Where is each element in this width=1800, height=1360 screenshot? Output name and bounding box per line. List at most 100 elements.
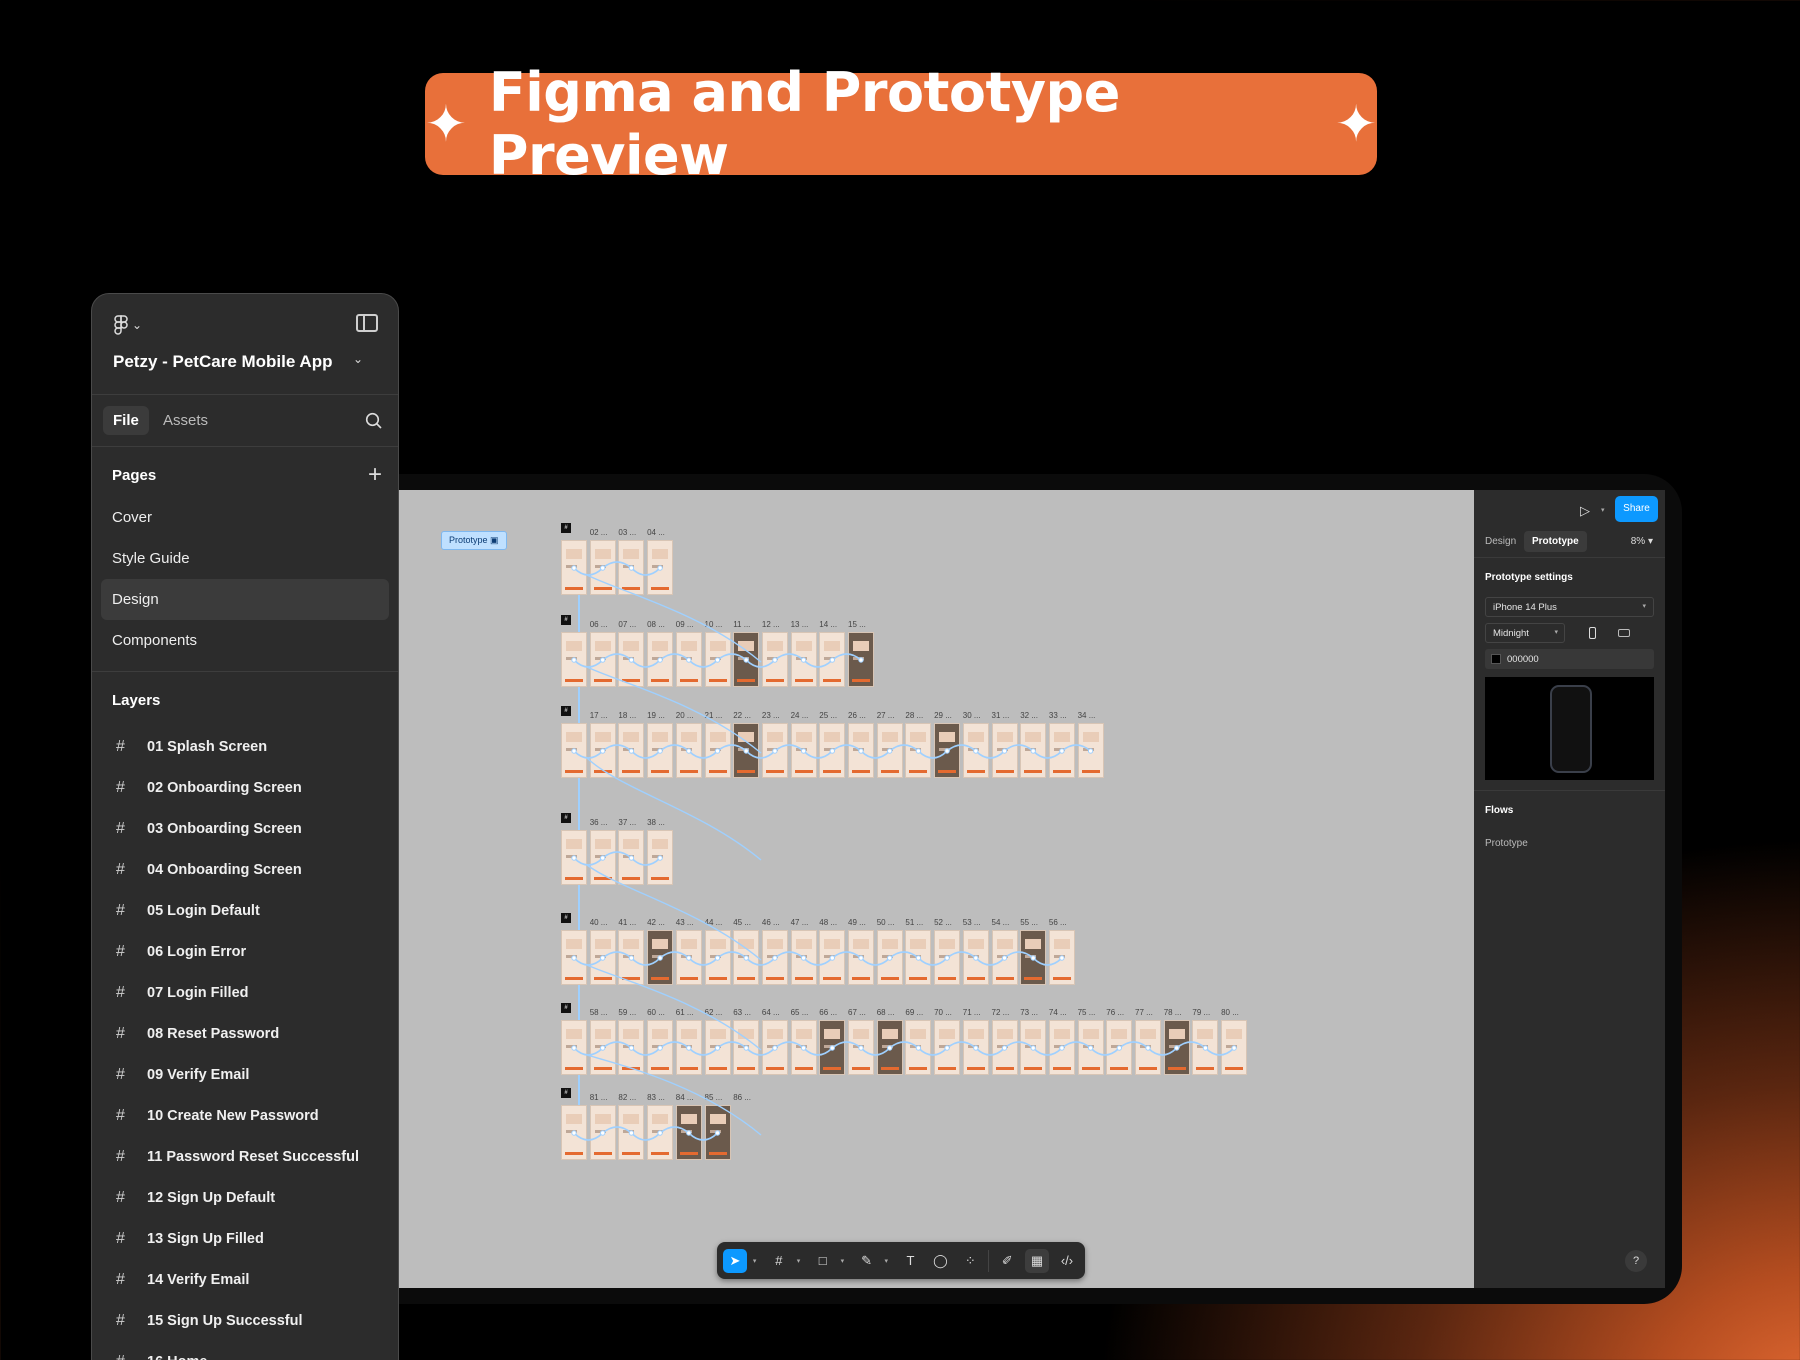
tab-assets[interactable]: Assets xyxy=(163,412,208,429)
screen-frame[interactable] xyxy=(819,723,846,778)
color-swatch[interactable] xyxy=(1491,654,1501,664)
screen-frame[interactable] xyxy=(1020,930,1047,985)
layer-item[interactable]: #02 Onboarding Screen xyxy=(92,767,398,808)
add-page-icon[interactable]: + xyxy=(368,463,382,487)
actions-tool-icon[interactable]: ⁘ xyxy=(958,1249,982,1273)
screen-frame[interactable] xyxy=(561,1105,587,1160)
page-item[interactable]: Style Guide xyxy=(92,538,398,579)
screen-frame[interactable] xyxy=(618,723,645,778)
screen-frame[interactable] xyxy=(647,930,674,985)
layer-item[interactable]: #01 Splash Screen xyxy=(92,726,398,767)
screen-frame[interactable] xyxy=(1020,723,1047,778)
screen-frame[interactable] xyxy=(704,1105,731,1160)
layer-item[interactable]: #16 Home xyxy=(92,1341,398,1360)
screen-frame[interactable] xyxy=(848,723,874,778)
screen-frame[interactable] xyxy=(1106,1020,1133,1075)
screen-frame[interactable] xyxy=(589,1020,616,1075)
canvas[interactable]: Prototype ▣ #02 ... 03 ... 04 ... #06 ... 07… xyxy=(399,490,1474,1288)
layer-item[interactable]: #15 Sign Up Successful xyxy=(92,1300,398,1341)
device-select[interactable]: iPhone 14 Plus ▾ xyxy=(1485,597,1654,617)
screen-frame[interactable] xyxy=(589,1105,616,1160)
screen-frame[interactable] xyxy=(991,723,1018,778)
screen-frame[interactable] xyxy=(618,830,645,885)
screen-frame[interactable] xyxy=(934,723,961,778)
screen-frame[interactable] xyxy=(704,632,731,687)
chevron-down-icon[interactable]: ▾ xyxy=(797,1257,805,1265)
tab-design[interactable]: Design xyxy=(1485,536,1516,547)
screen-frame[interactable] xyxy=(647,1020,674,1075)
move-tool-icon[interactable]: ➤ xyxy=(723,1248,747,1273)
share-button[interactable]: Share xyxy=(1615,496,1658,522)
screen-frame[interactable] xyxy=(618,1105,645,1160)
screen-frame[interactable] xyxy=(733,632,760,687)
layer-item[interactable]: #14 Verify Email xyxy=(92,1259,398,1300)
screen-frame[interactable] xyxy=(618,632,645,687)
flow-item[interactable]: Prototype xyxy=(1474,816,1665,849)
screen-frame[interactable] xyxy=(589,632,616,687)
screen-frame[interactable] xyxy=(561,723,587,778)
screen-frame[interactable] xyxy=(848,1020,874,1075)
screen-frame[interactable] xyxy=(589,540,616,595)
screen-frame[interactable] xyxy=(1192,1020,1219,1075)
layer-item[interactable]: #06 Login Error xyxy=(92,931,398,972)
portrait-orientation-button[interactable] xyxy=(1579,624,1605,642)
page-item[interactable]: Cover xyxy=(92,497,398,538)
screen-frame[interactable] xyxy=(618,540,645,595)
screen-frame[interactable] xyxy=(675,1020,702,1075)
prototype-flow-chip[interactable]: Prototype ▣ xyxy=(441,531,507,550)
screen-frame[interactable] xyxy=(905,1020,932,1075)
sidebar-toggle-icon[interactable] xyxy=(356,314,378,332)
screen-frame[interactable] xyxy=(618,1020,645,1075)
layer-item[interactable]: #10 Create New Password xyxy=(92,1095,398,1136)
screen-frame[interactable] xyxy=(1020,1020,1047,1075)
page-item[interactable]: Design xyxy=(101,579,389,620)
dev-mode-icon[interactable]: ‹/› xyxy=(1055,1249,1079,1273)
screen-frame[interactable] xyxy=(561,830,587,885)
project-name[interactable]: Petzy - PetCare Mobile App xyxy=(113,352,332,372)
screen-frame[interactable] xyxy=(561,930,587,985)
screen-frame[interactable] xyxy=(790,632,817,687)
screen-frame[interactable] xyxy=(761,930,788,985)
help-button[interactable]: ? xyxy=(1625,1250,1647,1272)
comment-tool-icon[interactable]: ◯ xyxy=(928,1249,952,1273)
model-select[interactable]: Midnight ▾ xyxy=(1485,623,1565,643)
screen-frame[interactable] xyxy=(876,1020,903,1075)
screen-frame[interactable] xyxy=(761,1020,788,1075)
figma-menu[interactable]: ⌄ xyxy=(114,312,148,338)
screen-frame[interactable] xyxy=(934,1020,961,1075)
screen-frame[interactable] xyxy=(991,1020,1018,1075)
layer-item[interactable]: #05 Login Default xyxy=(92,890,398,931)
screen-frame[interactable] xyxy=(589,830,616,885)
screen-frame[interactable] xyxy=(905,930,932,985)
design-mode-icon[interactable]: ▦ xyxy=(1025,1248,1050,1273)
layer-item[interactable]: #04 Onboarding Screen xyxy=(92,849,398,890)
landscape-orientation-button[interactable] xyxy=(1611,624,1637,642)
chevron-down-icon[interactable]: ▾ xyxy=(1601,506,1605,514)
chevron-down-icon[interactable]: ⌄ xyxy=(353,352,363,366)
screen-frame[interactable] xyxy=(647,830,674,885)
present-play-icon[interactable]: ▷ xyxy=(1580,503,1590,519)
screen-frame[interactable] xyxy=(675,930,702,985)
screen-frame[interactable] xyxy=(962,1020,989,1075)
screen-frame[interactable] xyxy=(704,1020,731,1075)
screen-frame[interactable] xyxy=(905,723,932,778)
screen-frame[interactable] xyxy=(704,723,731,778)
screen-frame[interactable] xyxy=(1077,1020,1104,1075)
screen-frame[interactable] xyxy=(1221,1020,1248,1075)
screen-frame[interactable] xyxy=(1048,930,1075,985)
screen-frame[interactable] xyxy=(589,723,616,778)
layer-item[interactable]: #09 Verify Email xyxy=(92,1054,398,1095)
layer-item[interactable]: #08 Reset Password xyxy=(92,1013,398,1054)
screen-frame[interactable] xyxy=(675,632,702,687)
text-tool-icon[interactable]: T xyxy=(899,1249,923,1273)
layer-item[interactable]: #12 Sign Up Default xyxy=(92,1177,398,1218)
rectangle-tool-icon[interactable]: □ xyxy=(811,1249,835,1273)
screen-frame[interactable] xyxy=(790,1020,817,1075)
screen-frame[interactable] xyxy=(704,930,731,985)
layer-item[interactable]: #07 Login Filled xyxy=(92,972,398,1013)
search-icon[interactable] xyxy=(365,412,382,429)
tab-file[interactable]: File xyxy=(103,406,149,435)
screen-frame[interactable] xyxy=(733,723,760,778)
screen-frame[interactable] xyxy=(876,930,903,985)
screen-frame[interactable] xyxy=(647,723,674,778)
